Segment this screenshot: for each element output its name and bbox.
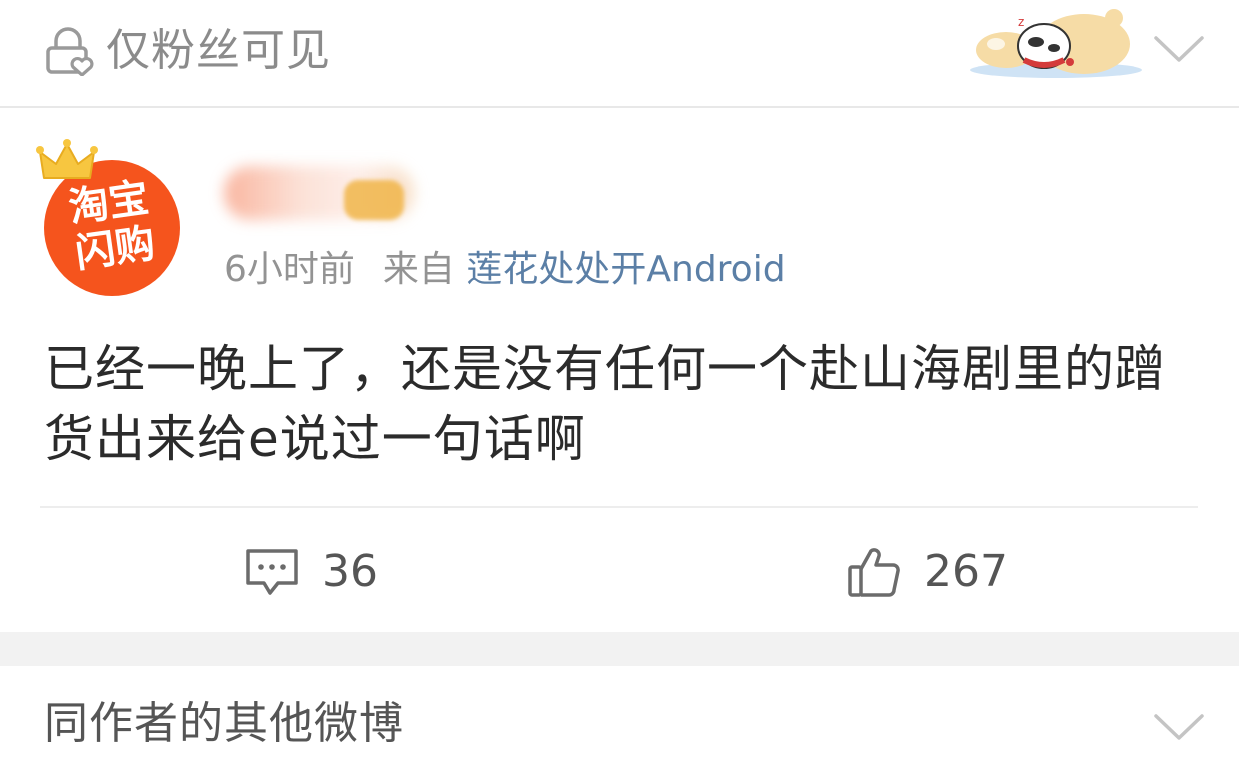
like-count: 267 bbox=[924, 546, 1008, 597]
visibility-label: 仅粉丝可见 bbox=[106, 25, 331, 76]
user-avatar[interactable]: 淘宝 闪购 bbox=[34, 138, 194, 300]
weibo-post-page: 仅粉丝可见 z 淘宝 闪购 6小时前 来自 莲花处处开Android 已经一晚上… bbox=[0, 0, 1239, 761]
post-content: 已经一晚上了，还是没有任何一个赴山海剧里的蹭货出来给e说过一句话啊 bbox=[44, 340, 1166, 468]
lock-heart-icon bbox=[46, 27, 94, 76]
post-source-link[interactable]: 莲花处处开Android bbox=[466, 249, 785, 290]
comment-button[interactable]: 36 bbox=[244, 542, 378, 602]
sleeping-bear-mascot-icon: z bbox=[970, 9, 1142, 78]
like-button[interactable]: 267 bbox=[846, 542, 1008, 602]
post-time: 6小时前 bbox=[224, 249, 355, 290]
chevron-down-icon[interactable] bbox=[1152, 712, 1206, 742]
vip-badge-icon bbox=[344, 180, 404, 220]
from-label: 来自 bbox=[382, 249, 455, 290]
comment-icon bbox=[246, 549, 298, 595]
divider bbox=[40, 506, 1198, 508]
thumbs-up-icon bbox=[848, 548, 900, 597]
more-posts-label[interactable]: 同作者的其他微博 bbox=[44, 696, 404, 752]
section-separator bbox=[0, 632, 1239, 666]
chevron-down-icon[interactable] bbox=[1152, 34, 1206, 64]
comment-count: 36 bbox=[322, 546, 378, 597]
visibility-bar: 仅粉丝可见 z bbox=[0, 0, 1239, 108]
svg-text:z: z bbox=[1018, 15, 1024, 29]
post-meta: 6小时前 来自 莲花处处开Android bbox=[224, 246, 786, 294]
crown-icon bbox=[36, 139, 98, 179]
